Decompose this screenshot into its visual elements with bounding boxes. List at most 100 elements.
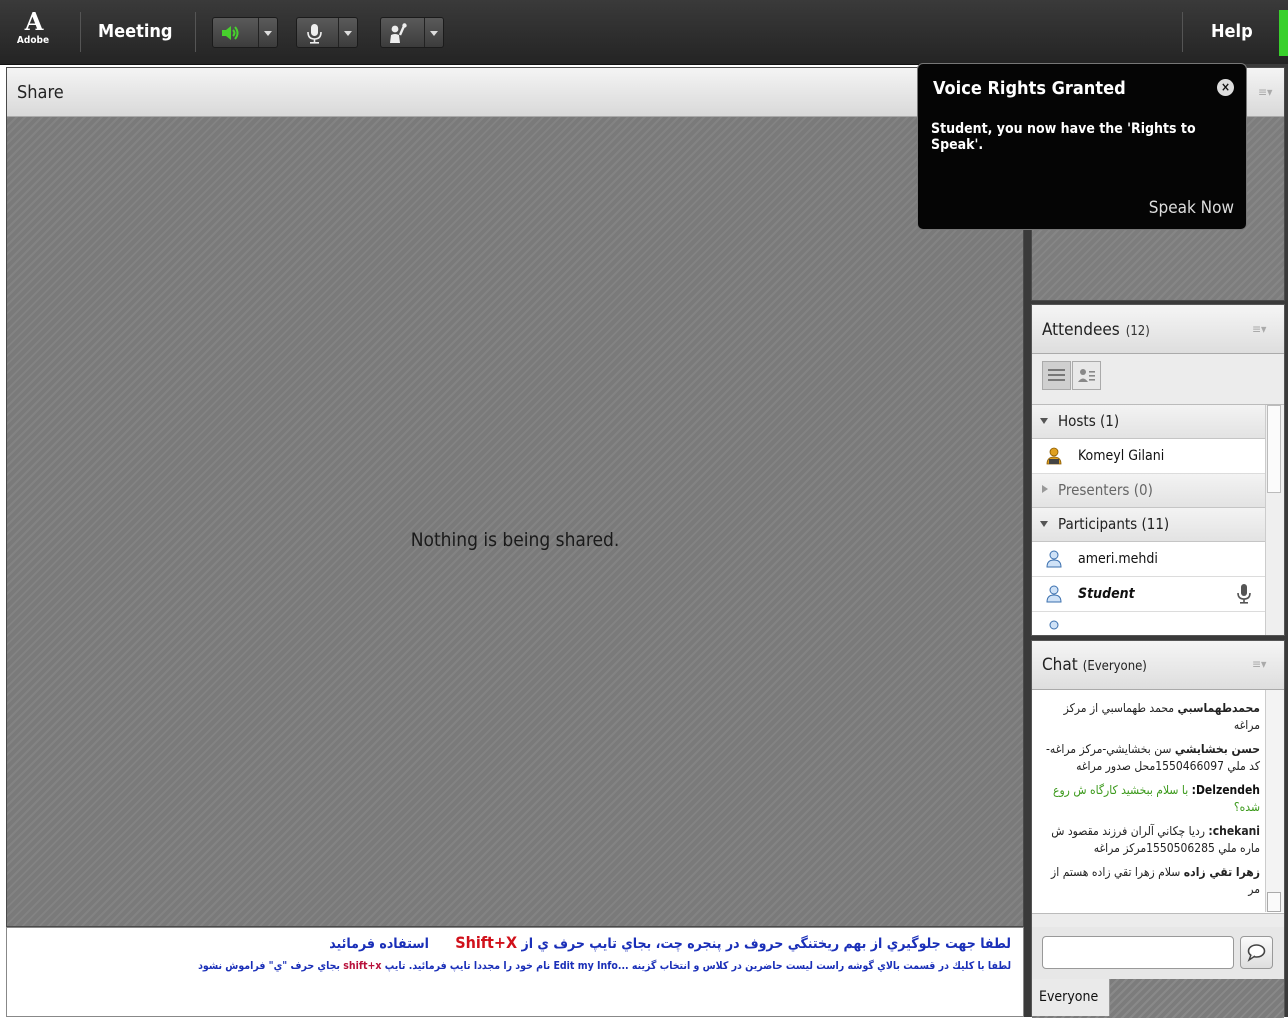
chat-messages: محمدطهماسبي محمد طهماسبي از مركز مراغه ح… bbox=[1032, 690, 1266, 912]
notes-pod: لطفا جهت جلوگيري از بهم ريختنگي حروف در … bbox=[6, 927, 1024, 1017]
scrollbar-thumb[interactable] bbox=[1267, 405, 1281, 493]
attendee-name: ameri.mehdi bbox=[1078, 551, 1158, 567]
attendee-row-host[interactable]: Komeyl Gilani bbox=[1032, 439, 1266, 474]
hosts-group-label: Hosts (1) bbox=[1058, 412, 1120, 430]
attendee-name: Komeyl Gilani bbox=[1078, 448, 1165, 464]
participant-user-icon bbox=[1046, 550, 1062, 568]
note-line-2-end: بجاي حرف "ي" فراموش نشود bbox=[198, 960, 340, 972]
participants-group-header[interactable]: Participants (11) bbox=[1032, 508, 1266, 542]
menu-separator bbox=[195, 12, 196, 52]
note-line-1-main: لطفا جهت جلوگيري از بهم ريختنگي حروف در … bbox=[521, 936, 1011, 952]
connection-status-indicator bbox=[1279, 10, 1288, 56]
chat-title: Chat (Everyone) bbox=[1042, 655, 1147, 675]
chat-sender: حسن بخشايشي bbox=[1174, 742, 1260, 756]
close-icon[interactable]: × bbox=[1217, 79, 1234, 96]
microphone-dropdown-chevron-icon[interactable] bbox=[338, 18, 357, 47]
attendee-list-scrollbar[interactable] bbox=[1265, 405, 1284, 635]
chat-options-menu-icon[interactable]: ≡▾ bbox=[1252, 657, 1270, 671]
chat-divider bbox=[1032, 913, 1284, 928]
share-content-area: Nothing is being shared. bbox=[7, 117, 1023, 926]
meeting-menu[interactable]: Meeting bbox=[98, 21, 173, 42]
attendee-list: Hosts (1) Komeyl Gilani Presenters (0) P… bbox=[1032, 405, 1266, 635]
note-line-2: لطفا با كليك در قسمت بالاي گوشه راست ليس… bbox=[198, 960, 1011, 972]
attendees-count: (12) bbox=[1125, 324, 1150, 339]
speaker-button[interactable] bbox=[212, 17, 278, 48]
raise-hand-button[interactable] bbox=[380, 17, 444, 48]
note-line-2-key: shift+x bbox=[343, 960, 382, 972]
note-line-2-main: لطفا با كليك در قسمت بالاي گوشه راست ليس… bbox=[384, 960, 1011, 972]
adobe-logo-mark: A bbox=[24, 7, 44, 36]
speaker-icon bbox=[222, 26, 239, 40]
chat-sender: Delzendeh: bbox=[1191, 783, 1260, 797]
chat-message: حسن بخشايشي سن بخشايشي-مركز مراغه- كد مل… bbox=[1032, 740, 1266, 781]
chat-compose-area bbox=[1032, 927, 1284, 979]
notification-message: Student, you now have the 'Rights to Spe… bbox=[931, 121, 1196, 153]
menu-bar: A Adobe Meeting Help bbox=[0, 0, 1288, 65]
chat-sender: محمدطهماسبي bbox=[1177, 701, 1260, 715]
chat-scope: (Everyone) bbox=[1082, 659, 1147, 674]
microphone-button[interactable] bbox=[296, 17, 358, 48]
attendee-row[interactable]: ameri.mehdi bbox=[1032, 542, 1266, 577]
speak-now-link[interactable]: Speak Now bbox=[1149, 198, 1234, 218]
expand-triangle-icon bbox=[1040, 521, 1048, 527]
speaker-dropdown-chevron-icon[interactable] bbox=[258, 18, 277, 47]
attendees-title-label: Attendees bbox=[1042, 320, 1120, 340]
share-pod-title: Share bbox=[17, 82, 64, 103]
chat-tab-bar: Everyone bbox=[1032, 979, 1284, 1018]
chat-title-label: Chat bbox=[1042, 655, 1078, 675]
menu-separator bbox=[80, 12, 81, 52]
raise-hand-dropdown-chevron-icon[interactable] bbox=[424, 18, 443, 47]
participant-user-icon bbox=[1046, 585, 1062, 603]
attendees-view-toolbar bbox=[1032, 354, 1284, 405]
notification-title: Voice Rights Granted bbox=[933, 78, 1126, 99]
chat-tab-everyone[interactable]: Everyone bbox=[1032, 979, 1110, 1016]
voice-rights-notification: Voice Rights Granted × Student, you now … bbox=[917, 63, 1247, 230]
hosts-group-header[interactable]: Hosts (1) bbox=[1032, 405, 1266, 439]
chat-send-button[interactable] bbox=[1240, 936, 1273, 969]
attendee-row-partial[interactable] bbox=[1032, 612, 1266, 635]
chat-pod: Chat (Everyone) ≡▾ محمدطهماسبي محمد طهماس… bbox=[1031, 640, 1285, 1018]
note-line-1-end: استفاده فرمائيد bbox=[329, 936, 429, 952]
note-line-1: لطفا جهت جلوگيري از بهم ريختنگي حروف در … bbox=[329, 933, 1011, 952]
expand-triangle-icon bbox=[1040, 418, 1048, 424]
note-line-1-key: Shift+X bbox=[455, 933, 518, 952]
scrollbar-thumb[interactable] bbox=[1267, 892, 1281, 912]
share-pod-header: Share bbox=[7, 68, 1023, 117]
menu-separator bbox=[1182, 12, 1183, 52]
attendees-pod-header: Attendees (12) ≡▾ bbox=[1032, 305, 1284, 354]
chat-sender: chekani: bbox=[1208, 824, 1260, 838]
chat-message: Delzendeh: با سلام ببخشيد كارگاه ش روع ش… bbox=[1032, 781, 1266, 822]
share-pod: Share Nothing is being shared. bbox=[6, 67, 1024, 927]
chat-input[interactable] bbox=[1042, 936, 1234, 969]
presenters-group-label: Presenters (0) bbox=[1058, 481, 1153, 499]
chat-pod-header: Chat (Everyone) ≡▾ bbox=[1032, 641, 1284, 690]
nothing-shared-message: Nothing is being shared. bbox=[410, 529, 620, 551]
list-view-button[interactable] bbox=[1042, 361, 1071, 390]
raise-hand-icon bbox=[390, 23, 407, 43]
participant-user-icon bbox=[1049, 620, 1059, 630]
attendees-options-menu-icon[interactable]: ≡▾ bbox=[1252, 322, 1270, 336]
speech-bubble-icon bbox=[1247, 944, 1266, 962]
microphone-status-icon bbox=[1237, 584, 1251, 604]
adobe-logo-text: Adobe bbox=[16, 35, 50, 46]
chat-message: chekani: رديا چكاني آلران فرزند مقصود ش … bbox=[1032, 822, 1266, 863]
attendees-pod: Attendees (12) ≡▾ Hosts (1) Komeyl Gilan… bbox=[1031, 304, 1285, 636]
collapse-triangle-icon bbox=[1042, 485, 1048, 493]
adobe-logo: A Adobe bbox=[16, 9, 50, 55]
participants-group-label: Participants (11) bbox=[1058, 515, 1170, 533]
host-user-icon bbox=[1046, 447, 1062, 465]
attendee-row-self[interactable]: Student bbox=[1032, 577, 1266, 612]
chat-scrollbar[interactable] bbox=[1265, 690, 1284, 912]
chat-message: محمدطهماسبي محمد طهماسبي از مركز مراغه bbox=[1032, 690, 1266, 740]
chat-sender: زهرا تقي زاده bbox=[1183, 865, 1260, 879]
list-view-icon bbox=[1048, 369, 1065, 381]
attendee-name: Student bbox=[1078, 586, 1135, 602]
attendees-title: Attendees (12) bbox=[1042, 320, 1150, 340]
card-view-icon bbox=[1078, 369, 1095, 382]
presenters-group-header[interactable]: Presenters (0) bbox=[1032, 474, 1266, 508]
pod-options-menu-icon[interactable]: ≡▾ bbox=[1258, 85, 1276, 99]
microphone-icon bbox=[307, 24, 322, 44]
help-menu[interactable]: Help bbox=[1211, 21, 1253, 42]
card-view-button[interactable] bbox=[1072, 361, 1101, 390]
chat-message: زهرا تقي زاده سلام زهرا تقي زاده هستم از… bbox=[1032, 863, 1266, 904]
